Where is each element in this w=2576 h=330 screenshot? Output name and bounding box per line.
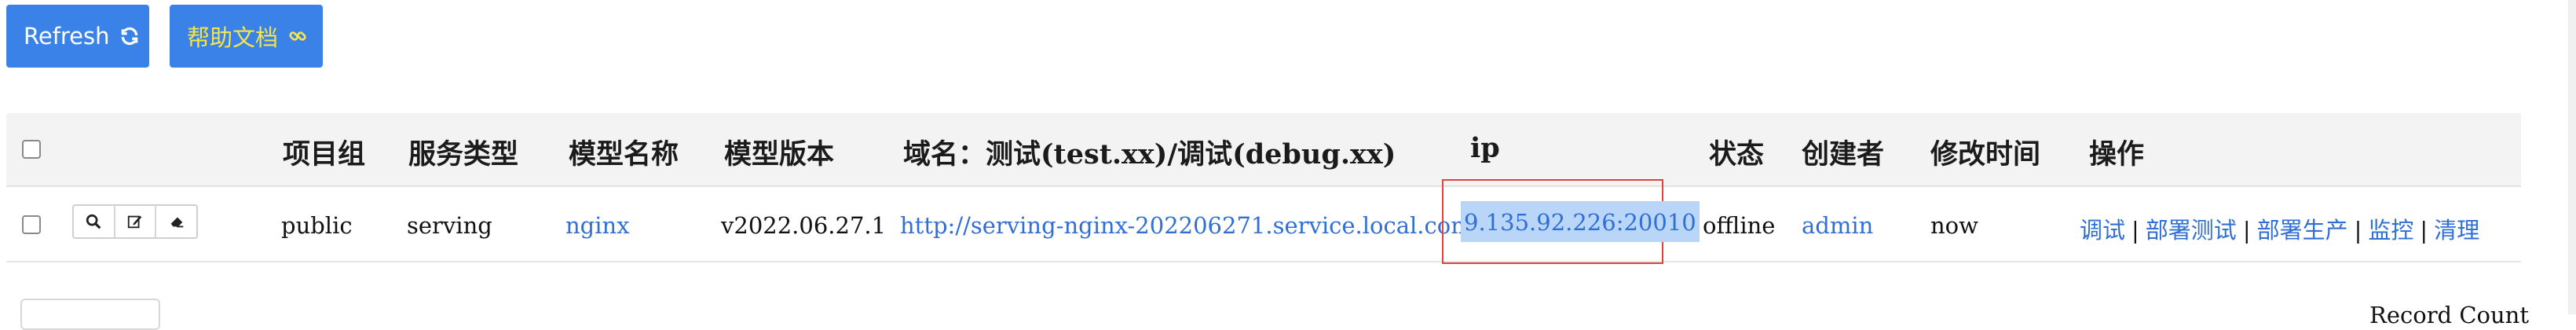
- page-size-select[interactable]: [20, 299, 160, 330]
- select-all-checkbox[interactable]: [22, 140, 41, 159]
- cell-domain-link[interactable]: http://serving-nginx-202206271.service.l…: [900, 212, 1473, 239]
- help-docs-button[interactable]: 帮助文档: [170, 5, 323, 68]
- action-clean-link[interactable]: 清理: [2434, 217, 2479, 244]
- separator: |: [2131, 217, 2139, 244]
- cell-project-group: public: [281, 212, 353, 239]
- cell-ip-link[interactable]: 9.135.92.226:20010: [1461, 201, 1700, 242]
- cell-modified-time: now: [1930, 212, 1978, 239]
- scrollbar[interactable]: [2568, 0, 2576, 314]
- link-icon: [289, 31, 306, 41]
- cell-model-version: v2022.06.27.1: [721, 212, 887, 239]
- header-status: 状态: [1709, 138, 1765, 170]
- header-project-group: 项目组: [283, 138, 366, 170]
- header-ip: ip: [1470, 132, 1500, 164]
- header-model-name: 模型名称: [569, 138, 679, 170]
- cell-service-type: serving: [407, 212, 492, 239]
- action-deploy-prod-link[interactable]: 部署生产: [2257, 217, 2348, 244]
- services-table: 项目组 服务类型 模型名称 模型版本 域名：测试(test.xx)/调试(deb…: [6, 113, 2521, 302]
- separator: |: [2420, 217, 2428, 244]
- row-actions: 调试 | 部署测试 | 部署生产 | 监控 | 清理: [2080, 212, 2479, 245]
- row-checkbox[interactable]: [22, 215, 41, 234]
- erase-button[interactable]: [156, 206, 196, 237]
- refresh-button-label: Refresh: [24, 23, 110, 50]
- edit-icon: [127, 215, 142, 229]
- action-monitor-link[interactable]: 监控: [2368, 217, 2413, 244]
- eraser-icon: [170, 217, 183, 228]
- search-button[interactable]: [74, 206, 115, 237]
- header-actions: 操作: [2089, 138, 2145, 170]
- header-model-version: 模型版本: [724, 138, 835, 170]
- action-debug-link[interactable]: 调试: [2080, 217, 2125, 244]
- refresh-button[interactable]: Refresh: [6, 5, 149, 68]
- header-modified-time: 修改时间: [1930, 138, 2041, 170]
- header-service-type: 服务类型: [408, 138, 519, 170]
- cell-model-name-link[interactable]: nginx: [565, 212, 630, 239]
- cell-status: offline: [1703, 212, 1776, 239]
- row-action-icons: [72, 204, 198, 239]
- separator: |: [2242, 217, 2251, 244]
- table-header: 项目组 服务类型 模型名称 模型版本 域名：测试(test.xx)/调试(deb…: [6, 113, 2521, 187]
- header-creator: 创建者: [1802, 138, 1885, 170]
- edit-button[interactable]: [115, 206, 157, 237]
- record-count-label: Record Count: [2369, 302, 2529, 328]
- separator: |: [2354, 217, 2362, 244]
- action-deploy-test-link[interactable]: 部署测试: [2146, 217, 2237, 244]
- refresh-icon: [121, 27, 137, 46]
- cell-creator-link[interactable]: admin: [1802, 212, 1873, 239]
- help-docs-label: 帮助文档: [187, 24, 279, 51]
- header-domain: 域名：测试(test.xx)/调试(debug.xx): [903, 138, 1396, 170]
- search-icon: [86, 214, 101, 229]
